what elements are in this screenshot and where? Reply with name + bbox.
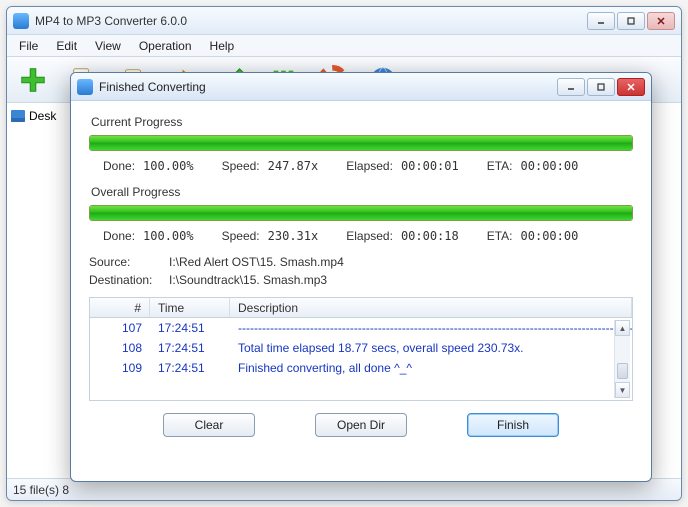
current-eta-value: 00:00:00	[521, 159, 579, 173]
dialog-minimize-button[interactable]	[557, 78, 585, 96]
log-cell-time: 17:24:51	[150, 321, 230, 335]
log-rows: 107 17:24:51 ---------------------------…	[90, 318, 632, 378]
log-cell-time: 17:24:51	[150, 341, 230, 355]
current-speed-value: 247.87x	[268, 159, 319, 173]
dialog-titlebar[interactable]: Finished Converting	[71, 73, 651, 101]
log-col-time[interactable]: Time	[150, 298, 230, 317]
clear-button[interactable]: Clear	[163, 413, 255, 437]
tree-pane[interactable]: Desk	[7, 103, 79, 478]
tree-item-label: Desk	[29, 109, 56, 123]
source-value: I:\Red Alert OST\15. Smash.mp4	[169, 255, 633, 269]
current-eta-label: ETA:	[487, 159, 513, 173]
current-elapsed-value: 00:00:01	[401, 159, 459, 173]
destination-value: I:\Soundtrack\15. Smash.mp3	[169, 273, 633, 287]
source-row: Source: I:\Red Alert OST\15. Smash.mp4	[89, 255, 633, 269]
minimize-button[interactable]	[587, 12, 615, 30]
overall-progress-label: Overall Progress	[91, 185, 633, 199]
log-cell-desc: ----------------------------------------…	[230, 321, 632, 335]
destination-row: Destination: I:\Soundtrack\15. Smash.mp3	[89, 273, 633, 287]
dialog-window-controls	[557, 78, 645, 96]
dialog-app-icon	[77, 79, 93, 95]
overall-progress-fill	[90, 206, 632, 220]
add-icon[interactable]	[13, 61, 53, 99]
overall-eta-label: ETA:	[487, 229, 513, 243]
main-titlebar[interactable]: MP4 to MP3 Converter 6.0.0	[7, 7, 681, 35]
log-col-description[interactable]: Description	[230, 298, 632, 317]
current-elapsed-label: Elapsed:	[346, 159, 393, 173]
dialog-buttons: Clear Open Dir Finish	[89, 413, 633, 437]
current-speed-label: Speed:	[222, 159, 260, 173]
log-row[interactable]: 109 17:24:51 Finished converting, all do…	[90, 358, 632, 378]
dialog-maximize-button[interactable]	[587, 78, 615, 96]
monitor-icon	[11, 110, 25, 122]
overall-progressbar	[89, 205, 633, 221]
log-row[interactable]: 107 17:24:51 ---------------------------…	[90, 318, 632, 338]
overall-elapsed-label: Elapsed:	[346, 229, 393, 243]
current-stats: Done: 100.00% Speed: 247.87x Elapsed: 00…	[103, 159, 633, 173]
menu-operation[interactable]: Operation	[131, 37, 200, 55]
progress-dialog: Finished Converting Current Progress Don…	[70, 72, 652, 482]
finish-button[interactable]: Finish	[467, 413, 559, 437]
window-controls	[587, 12, 675, 30]
destination-label: Destination:	[89, 273, 169, 287]
menu-edit[interactable]: Edit	[48, 37, 85, 55]
tree-item-desktop[interactable]: Desk	[9, 107, 76, 125]
current-progress-fill	[90, 136, 632, 150]
overall-eta-value: 00:00:00	[521, 229, 579, 243]
app-icon	[13, 13, 29, 29]
menu-file[interactable]: File	[11, 37, 46, 55]
log-header: # Time Description	[90, 298, 632, 318]
overall-done-label: Done:	[103, 229, 135, 243]
current-done-label: Done:	[103, 159, 135, 173]
overall-speed-value: 230.31x	[268, 229, 319, 243]
source-label: Source:	[89, 255, 169, 269]
scroll-thumb[interactable]	[617, 363, 628, 379]
close-button[interactable]	[647, 12, 675, 30]
main-title: MP4 to MP3 Converter 6.0.0	[35, 14, 587, 28]
overall-elapsed-value: 00:00:18	[401, 229, 459, 243]
menu-help[interactable]: Help	[202, 37, 243, 55]
log-col-index[interactable]: #	[90, 298, 150, 317]
scroll-up-icon[interactable]: ▲	[615, 320, 630, 336]
log-cell-index: 109	[90, 361, 150, 375]
menubar: File Edit View Operation Help	[7, 35, 681, 57]
open-dir-button[interactable]: Open Dir	[315, 413, 407, 437]
overall-speed-label: Speed:	[222, 229, 260, 243]
current-progress-label: Current Progress	[91, 115, 633, 129]
log-cell-index: 108	[90, 341, 150, 355]
log-cell-index: 107	[90, 321, 150, 335]
log-list[interactable]: # Time Description 107 17:24:51 --------…	[89, 297, 633, 401]
log-row[interactable]: 108 17:24:51 Total time elapsed 18.77 se…	[90, 338, 632, 358]
log-cell-desc: Finished converting, all done ^_^	[230, 361, 632, 375]
current-progressbar	[89, 135, 633, 151]
dialog-title: Finished Converting	[99, 80, 557, 94]
scroll-down-icon[interactable]: ▼	[615, 382, 630, 398]
menu-view[interactable]: View	[87, 37, 129, 55]
dialog-body: Current Progress Done: 100.00% Speed: 24…	[71, 101, 651, 445]
log-cell-desc: Total time elapsed 18.77 secs, overall s…	[230, 341, 632, 355]
status-text: 15 file(s) 8	[13, 483, 69, 497]
log-cell-time: 17:24:51	[150, 361, 230, 375]
overall-stats: Done: 100.00% Speed: 230.31x Elapsed: 00…	[103, 229, 633, 243]
maximize-button[interactable]	[617, 12, 645, 30]
dialog-close-button[interactable]	[617, 78, 645, 96]
log-scrollbar[interactable]: ▲ ▼	[614, 320, 630, 398]
overall-done-value: 100.00%	[143, 229, 194, 243]
current-done-value: 100.00%	[143, 159, 194, 173]
